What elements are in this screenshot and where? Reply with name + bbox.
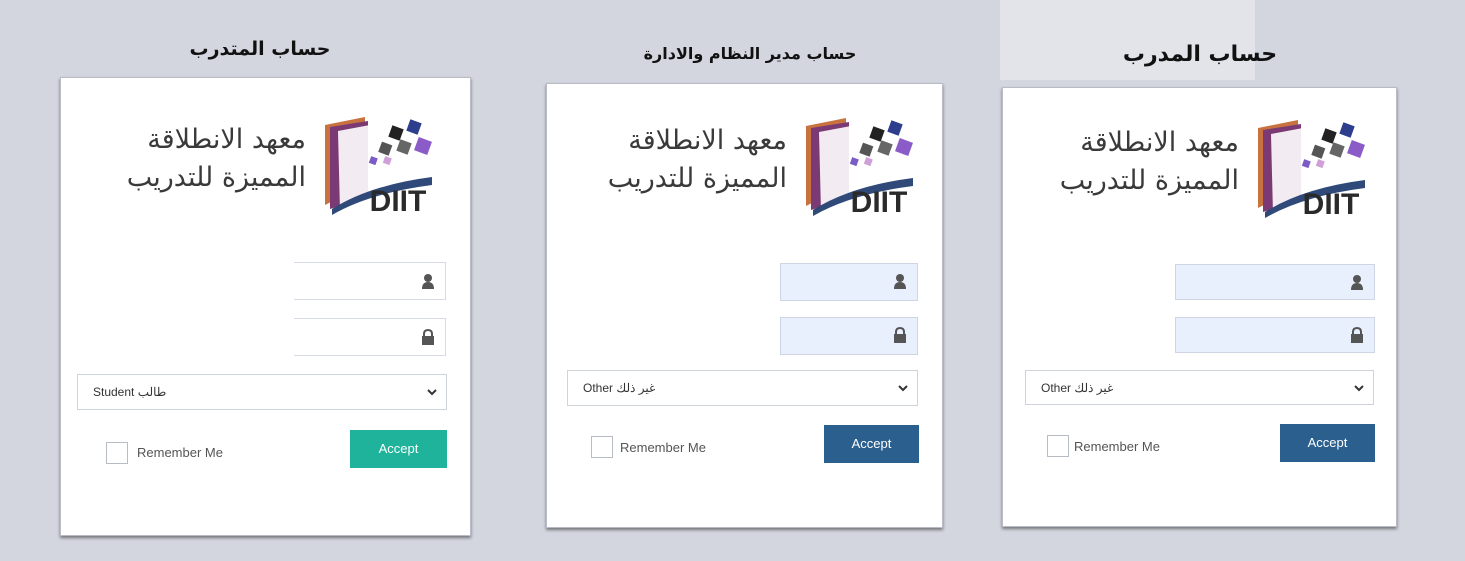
lock-icon <box>894 327 906 343</box>
user-icon <box>422 274 434 289</box>
logo-line-1: معهد الانطلاقة <box>1080 127 1239 158</box>
trainee-panel-title: حساب المتدرب <box>189 38 331 60</box>
username-field[interactable] <box>294 262 446 300</box>
chevron-down-icon <box>898 385 908 392</box>
chevron-down-icon <box>1354 385 1364 392</box>
admin-login-card: معهد الانطلاقة المميزة للتدريب DIIT Othe… <box>546 83 943 528</box>
remember-me-checkbox[interactable] <box>106 442 128 464</box>
role-select-value: Student طالب <box>93 385 167 399</box>
username-field[interactable] <box>780 263 918 301</box>
logo-line-1: معهد الانطلاقة <box>147 124 306 155</box>
password-field[interactable] <box>1175 317 1375 353</box>
accept-button[interactable]: Accept <box>1280 424 1375 462</box>
password-field[interactable] <box>294 318 446 356</box>
institute-logo: معهد الانطلاقة المميزة للتدريب DIIT <box>559 112 937 232</box>
svg-text:DIIT: DIIT <box>370 185 427 218</box>
remember-me-label: Remember Me <box>620 440 706 455</box>
institute-logo: معهد الانطلاقة المميزة للتدريب DIIT <box>1019 114 1389 234</box>
role-select[interactable]: Other غير ذلك <box>1025 370 1374 405</box>
trainer-panel-title: حساب المدرب <box>1122 42 1278 67</box>
lock-icon <box>1351 327 1363 343</box>
role-select-value: Other غير ذلك <box>583 381 656 395</box>
role-select[interactable]: Student طالب <box>77 374 447 410</box>
trainee-login-card: معهد الانطلاقة المميزة للتدريب DIIT Stud… <box>60 77 471 536</box>
svg-text:DIIT: DIIT <box>851 186 908 219</box>
role-select[interactable]: Other غير ذلك <box>567 370 918 406</box>
remember-me-checkbox[interactable] <box>591 436 613 458</box>
username-field[interactable] <box>1175 264 1375 300</box>
user-icon <box>894 274 906 289</box>
logo-line-2: المميزة للتدريب <box>607 163 787 194</box>
remember-me-label: Remember Me <box>1074 439 1160 454</box>
logo-line-2: المميزة للتدريب <box>126 162 306 193</box>
lock-icon <box>422 329 434 345</box>
accept-button[interactable]: Accept <box>350 430 447 468</box>
title-strip-trainer <box>1000 0 1255 80</box>
user-icon <box>1351 275 1363 290</box>
password-field[interactable] <box>780 317 918 355</box>
chevron-down-icon <box>427 389 437 396</box>
admin-panel-title: حساب مدير النظام والادارة <box>643 44 857 63</box>
diit-logo-icon: DIIT <box>806 118 913 219</box>
remember-me-label: Remember Me <box>137 445 223 460</box>
trainer-login-card: معهد الانطلاقة المميزة للتدريب DIIT Othe… <box>1002 87 1397 527</box>
remember-me-checkbox[interactable] <box>1047 435 1069 457</box>
diit-logo-icon: DIIT <box>1258 120 1365 221</box>
accept-button[interactable]: Accept <box>824 425 919 463</box>
logo-line-2: المميزة للتدريب <box>1059 165 1239 196</box>
logo-line-1: معهد الانطلاقة <box>628 125 787 156</box>
institute-logo: معهد الانطلاقة المميزة للتدريب DIIT <box>76 111 456 231</box>
role-select-value: Other غير ذلك <box>1041 381 1114 395</box>
diit-logo-icon: DIIT <box>325 117 432 218</box>
svg-text:DIIT: DIIT <box>1303 188 1360 221</box>
